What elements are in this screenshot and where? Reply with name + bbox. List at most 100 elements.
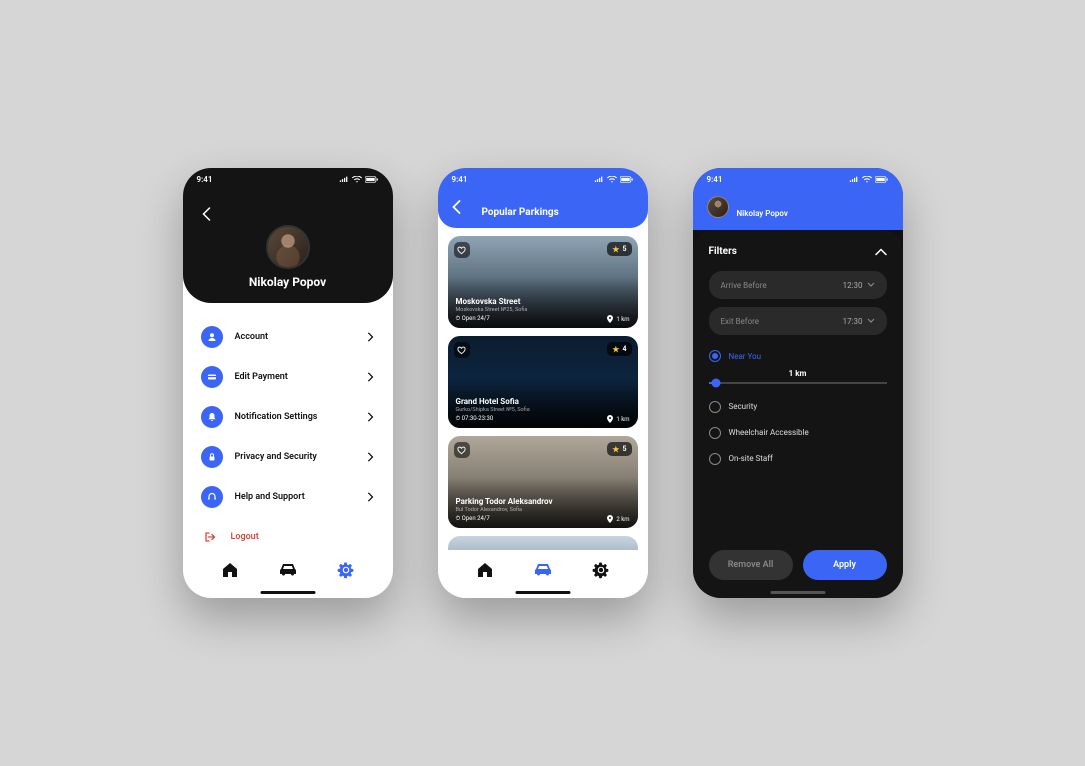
person-icon	[201, 326, 223, 348]
avatar[interactable]	[266, 225, 310, 269]
phone-popular: 9:41 Popular Parkings ★5 Moskovska Stree…	[438, 168, 648, 598]
menu-label: Help and Support	[235, 492, 365, 502]
menu-label: Account	[235, 332, 365, 342]
favorite-button[interactable]	[454, 342, 470, 358]
filter-actions: Remove All Apply	[709, 550, 887, 580]
distance: 1 km	[607, 415, 629, 423]
headset-icon	[201, 486, 223, 508]
chevron-right-icon	[365, 372, 375, 382]
status-icons	[849, 176, 889, 183]
home-indicator	[515, 591, 570, 594]
favorite-button[interactable]	[454, 442, 470, 458]
status-bar: 9:41	[183, 168, 393, 190]
chevron-right-icon	[365, 492, 375, 502]
menu-item-notifications[interactable]: Notification Settings	[201, 397, 375, 437]
page-title: Popular Parkings	[482, 207, 559, 218]
field-value: 12:30	[843, 281, 875, 290]
slider-value: 1 km	[709, 369, 887, 378]
parking-name: Moskovska Street	[456, 297, 630, 306]
profile-name: Nikolay Popov	[249, 275, 326, 289]
chevron-right-icon	[365, 332, 375, 342]
rating-badge: ★4	[607, 342, 631, 356]
arrive-before[interactable]: Arrive Before 12:30	[709, 271, 887, 299]
rating-badge: ★5	[607, 442, 631, 456]
card-meta: Moskovska Street Moskovska Street №25, S…	[456, 297, 630, 323]
option-label: Near You	[729, 352, 762, 361]
home-indicator	[770, 591, 825, 594]
nav-home[interactable]	[474, 559, 496, 581]
logout-icon	[201, 526, 219, 548]
avatar[interactable]	[707, 196, 729, 218]
menu-item-account[interactable]: Account	[201, 317, 375, 357]
back-button[interactable]	[197, 204, 217, 224]
phone-profile: 9:41 Nikolay Popov Account Edit Payment …	[183, 168, 393, 598]
parking-name: Grand Hotel Sofia	[456, 397, 630, 406]
parking-addr: Bul Todor Alexandrov, Sofia	[456, 507, 630, 513]
menu-item-privacy[interactable]: Privacy and Security	[201, 437, 375, 477]
chevron-right-icon	[365, 452, 375, 462]
radio-icon	[709, 401, 721, 413]
field-label: Exit Before	[721, 317, 760, 326]
status-bar: 9:41	[438, 168, 648, 190]
nav-car[interactable]	[532, 559, 554, 581]
option-wheelchair[interactable]: Wheelchair Accessible	[709, 420, 887, 446]
card-meta: Grand Hotel Sofia Gurko/Shipka Street №5…	[456, 397, 630, 423]
slider-thumb[interactable]	[711, 378, 720, 387]
nav-car[interactable]	[277, 559, 299, 581]
radio-icon	[709, 453, 721, 465]
option-label: On-site Staff	[729, 454, 773, 463]
option-label: Security	[729, 402, 758, 411]
chevron-up-icon	[875, 248, 887, 256]
distance: 2 km	[607, 515, 629, 523]
hours: ⏱ Open 24/7	[456, 315, 490, 323]
field-value: 17:30	[843, 317, 875, 326]
menu-label: Notification Settings	[235, 412, 365, 422]
option-security[interactable]: Security	[709, 394, 887, 420]
back-button[interactable]	[452, 199, 461, 218]
menu-item-help[interactable]: Help and Support	[201, 477, 375, 517]
lock-icon	[201, 446, 223, 468]
parking-addr: Moskovska Street №25, Sofia	[456, 307, 630, 313]
option-staff[interactable]: On-site Staff	[709, 446, 887, 472]
parking-card[interactable]: ★5 Moskovska Street Moskovska Street №25…	[448, 236, 638, 328]
status-bar: 9:41	[693, 168, 903, 190]
status-time: 9:41	[452, 175, 468, 184]
nav-settings[interactable]	[335, 559, 357, 581]
card-meta: Parking Todor Aleksandrov Bul Todor Alex…	[456, 497, 630, 523]
panel-head[interactable]: Filters	[709, 246, 887, 257]
radio-icon	[709, 350, 721, 362]
chevron-right-icon	[365, 412, 375, 422]
rating-badge: ★5	[607, 242, 631, 256]
nav-settings[interactable]	[590, 559, 612, 581]
star-icon: ★	[612, 345, 619, 354]
apply-button[interactable]: Apply	[803, 550, 887, 580]
status-time: 9:41	[707, 175, 723, 184]
nav-home[interactable]	[219, 559, 241, 581]
phone-filters: 9:41 Nikolay Popov Filters Arrive Before…	[693, 168, 903, 598]
option-near-you[interactable]: Near You	[709, 343, 887, 369]
panel-title: Filters	[709, 246, 737, 257]
status-time: 9:41	[197, 175, 213, 184]
parking-name: Parking Todor Aleksandrov	[456, 497, 630, 506]
parking-list: ★5 Moskovska Street Moskovska Street №25…	[438, 228, 648, 562]
menu-item-payment[interactable]: Edit Payment	[201, 357, 375, 397]
filters-panel: Filters Arrive Before 12:30 Exit Before …	[693, 230, 903, 598]
chevron-down-icon	[867, 282, 875, 288]
parking-card[interactable]: ★4 Grand Hotel Sofia Gurko/Shipka Street…	[448, 336, 638, 428]
star-icon: ★	[612, 445, 619, 454]
hours: ⏱ Open 24/7	[456, 515, 490, 523]
card-icon	[201, 366, 223, 388]
star-icon: ★	[612, 245, 619, 254]
status-icons	[594, 176, 634, 183]
remove-all-button[interactable]: Remove All	[709, 550, 793, 580]
menu-label: Logout	[231, 532, 375, 542]
chevron-down-icon	[867, 318, 875, 324]
bell-icon	[201, 406, 223, 428]
parking-card[interactable]: ★5 Parking Todor Aleksandrov Bul Todor A…	[448, 436, 638, 528]
menu-label: Privacy and Security	[235, 452, 365, 462]
distance-slider[interactable]	[709, 382, 887, 384]
favorite-button[interactable]	[454, 242, 470, 258]
radio-icon	[709, 427, 721, 439]
user-name: Nikolay Popov	[737, 209, 788, 218]
exit-before[interactable]: Exit Before 17:30	[709, 307, 887, 335]
